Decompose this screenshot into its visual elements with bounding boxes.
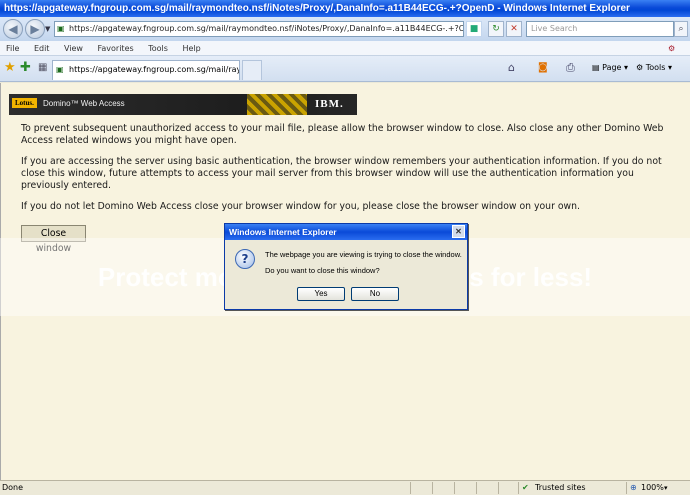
menu-edit[interactable]: Edit (34, 44, 50, 53)
zoom-dropdown-icon[interactable]: ▾ (664, 481, 668, 495)
tab-bar: ★ ✚ ▦ ▣ https://apgateway.fngroup.com.sg… (0, 56, 690, 82)
forward-arrow-icon: ▶ (30, 22, 40, 36)
banner-graphic (247, 94, 307, 115)
home-icon[interactable]: ⌂ (508, 61, 515, 74)
forward-button[interactable]: ▶ (25, 19, 45, 39)
toolbar-tool-icon[interactable]: ⚙ (668, 41, 675, 56)
menu-help[interactable]: Help (182, 44, 200, 53)
page-icon: ▣ (57, 24, 65, 33)
yes-button[interactable]: Yes (297, 287, 345, 301)
tools-menu-icon: ⚙ (636, 63, 646, 72)
menu-view[interactable]: View (64, 44, 83, 53)
dialog-message: The webpage you are viewing is trying to… (265, 250, 462, 259)
zoom-icon: ⊕ (630, 483, 637, 492)
window-title: https://apgateway.fngroup.com.sg/mail/ra… (0, 0, 690, 17)
menu-bar: File Edit View Favorites Tools Help ⚙ (0, 41, 690, 56)
status-bar: Done ✔ Trusted sites ⊕ 100% ▾ (0, 480, 690, 495)
page-menu[interactable]: ▤ Page ▾ (592, 63, 628, 72)
zoom-level[interactable]: 100% (641, 481, 664, 495)
back-button[interactable]: ◀ (3, 19, 23, 39)
search-icon[interactable]: ⌕ (674, 21, 688, 37)
history-dropdown-icon[interactable]: ▼ (45, 25, 50, 33)
menu-favorites[interactable]: Favorites (98, 44, 134, 53)
stop-icon[interactable]: ✕ (506, 21, 522, 37)
dwa-banner: Lotus. Domino™ Web Access IBM. (9, 94, 357, 115)
dialog-close-button[interactable]: ✕ (452, 225, 465, 238)
product-name: Domino™ Web Access (43, 99, 125, 108)
page-menu-icon: ▤ (592, 63, 603, 72)
dialog-titlebar: Windows Internet Explorer ✕ (225, 224, 467, 240)
tab-label: https://apgateway.fngroup.com.sg/mail/ra… (69, 65, 240, 74)
zone-label[interactable]: Trusted sites (535, 481, 586, 495)
trusted-zone-icon: ✔ (522, 483, 529, 492)
add-favorites-icon[interactable]: ✚ (20, 60, 31, 75)
quick-tabs-icon[interactable]: ▦ (38, 62, 47, 73)
question-icon: ? (235, 249, 255, 269)
tab-page-icon: ▣ (56, 65, 64, 74)
feeds-icon[interactable]: ◙ (538, 62, 548, 73)
tools-menu[interactable]: ⚙ Tools ▾ (636, 63, 672, 72)
tab-current[interactable]: ▣ https://apgateway.fngroup.com.sg/mail/… (52, 60, 240, 80)
dialog-title: Windows Internet Explorer (229, 227, 337, 237)
back-arrow-icon: ◀ (8, 22, 18, 36)
ibm-logo: IBM. (315, 98, 344, 110)
certificate-icon[interactable]: ■ (466, 21, 482, 37)
dialog-question: Do you want to close this window? (265, 266, 380, 275)
close-icon: ✕ (455, 227, 462, 236)
favorites-star-icon[interactable]: ★ (4, 60, 16, 75)
refresh-icon[interactable]: ↻ (488, 21, 504, 37)
manual-close-text: If you do not let Domino Web Access clos… (21, 201, 580, 212)
authentication-text: If you are accessing the server using ba… (21, 156, 662, 191)
confirm-close-dialog: Windows Internet Explorer ✕ ? The webpag… (224, 223, 468, 310)
status-text: Done (2, 483, 24, 492)
unauthorized-access-text: To prevent subsequent unauthorized acces… (21, 123, 664, 146)
address-toolbar: ◀ ▶ ▼ ▣ https://apgateway.fngroup.com.sg… (0, 17, 690, 41)
menu-tools[interactable]: Tools (148, 44, 168, 53)
new-tab-button[interactable] (242, 60, 262, 80)
lotus-logo: Lotus. (12, 98, 37, 108)
address-url: https://apgateway.fngroup.com.sg/mail/ra… (69, 24, 464, 33)
no-button[interactable]: No (351, 287, 399, 301)
address-input[interactable]: ▣ https://apgateway.fngroup.com.sg/mail/… (54, 21, 464, 37)
menu-file[interactable]: File (6, 44, 19, 53)
print-icon[interactable]: ⎙ (566, 61, 575, 75)
search-input[interactable]: Live Search (526, 21, 674, 37)
